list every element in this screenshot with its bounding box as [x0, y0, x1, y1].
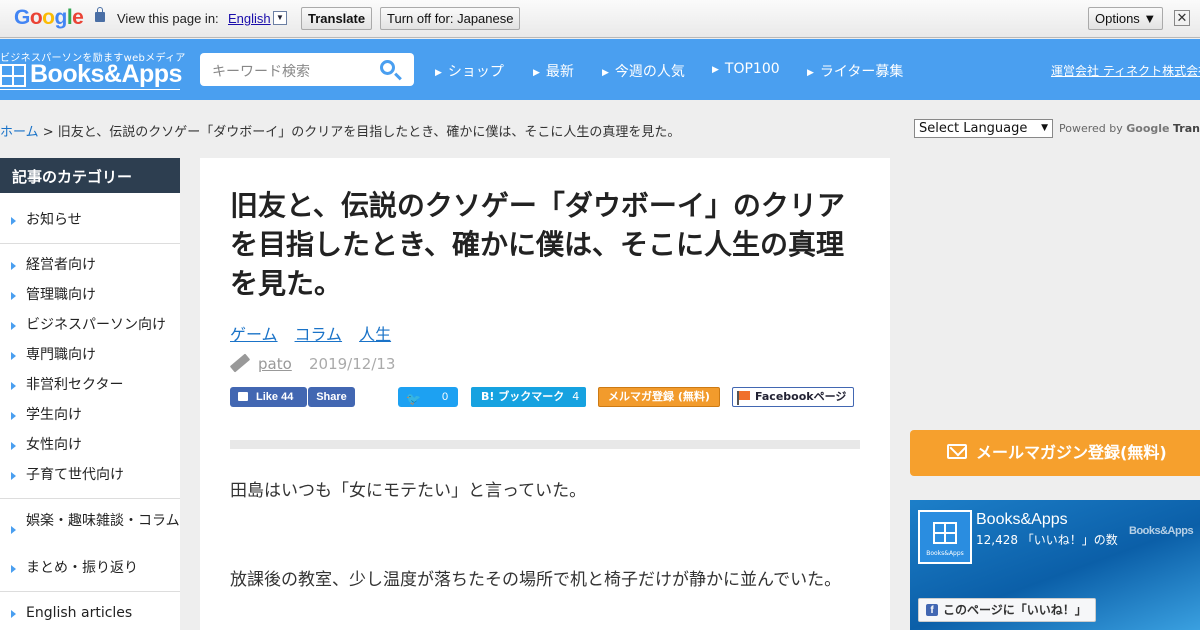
page-like-button[interactable]: f このページに「いいね！」 [918, 598, 1096, 622]
chevron-down-icon: ▼ [1041, 123, 1048, 133]
site-logo[interactable]: Books&Apps [30, 60, 182, 89]
page-name[interactable]: Books&Apps [976, 511, 1068, 529]
turn-off-button[interactable]: Turn off for: Japanese [380, 7, 521, 30]
sidebar-item-business-persons[interactable]: ビジネスパーソン向け [0, 317, 180, 334]
sidebar-item-professionals[interactable]: 専門職向け [0, 347, 180, 364]
options-button[interactable]: Options ▼ [1088, 7, 1164, 30]
google-translate-bar: Google View this page in: English ▼ Tran… [0, 0, 1200, 38]
tweet-count: 0 [442, 391, 449, 403]
caret-right-icon: ▶ [807, 68, 814, 78]
caret-right-icon [11, 526, 16, 534]
breadcrumb: ホーム > 旧友と、伝説のクソゲー「ダウボーイ」のクリアを目指したとき、確かに僕… [0, 121, 680, 140]
cover-brand-text: Books&Apps [1129, 525, 1194, 537]
tag-link[interactable]: ゲーム [230, 325, 278, 344]
caret-right-icon [11, 382, 16, 390]
author-link[interactable]: pato [258, 355, 292, 373]
nav-item-shop[interactable]: ▶ ショップ [435, 61, 504, 81]
language-dropdown-icon[interactable]: ▼ [273, 11, 287, 25]
sidebar-item-parents[interactable]: 子育て世代向け [0, 467, 180, 484]
article-divider [230, 440, 860, 449]
page-like-count: 12,428 「いいね！」の数 [976, 533, 1118, 547]
like-count: 44 [281, 391, 294, 403]
google-small-logo: Google [1126, 122, 1170, 135]
tag-link[interactable]: 人生 [359, 325, 391, 344]
caret-right-icon: ▶ [712, 65, 719, 75]
sidebar-item-news[interactable]: お知らせ [0, 212, 180, 229]
flag-icon [737, 391, 750, 405]
caret-right-icon [11, 472, 16, 480]
magazine-signup-button[interactable]: メールマガジン登録(無料) [910, 430, 1200, 476]
caret-right-icon [11, 442, 16, 450]
pencil-icon [229, 353, 251, 373]
search-box[interactable]: キーワード検索 [200, 53, 414, 86]
article-main: 旧友と、伝説のクソゲー「ダウボーイ」のクリアを目指したとき、確かに僕は、そこに人… [200, 158, 890, 630]
category-sidebar: 記事のカテゴリー お知らせ 経営者向け 管理職向け ビジネスパーソン向け 専門職… [0, 158, 180, 630]
sidebar-divider [0, 591, 180, 592]
site-header: ビジネスパーソンを励ますwebメディア Books&Apps キーワード検索 ▶… [0, 39, 1200, 100]
tag-link[interactable]: コラム [295, 325, 343, 344]
logo-icon[interactable] [0, 64, 26, 87]
caret-right-icon [11, 412, 16, 420]
nav-item-writer-recruit[interactable]: ▶ ライター募集 [807, 61, 903, 81]
caret-right-icon [11, 322, 16, 330]
caret-right-icon [11, 262, 16, 270]
twitter-icon: 🐦 [406, 392, 421, 406]
sidebar-heading: 記事のカテゴリー [0, 158, 180, 193]
caret-right-icon [11, 292, 16, 300]
sidebar-item-summary[interactable]: まとめ・振り返り [0, 560, 180, 577]
hatena-bookmark-button[interactable]: B! ブックマーク 4 [471, 387, 586, 407]
caret-right-icon [11, 217, 16, 225]
sidebar-item-executives[interactable]: 経営者向け [0, 257, 180, 274]
sidebar-item-managers[interactable]: 管理職向け [0, 287, 180, 304]
close-icon[interactable]: ✕ [1174, 10, 1190, 26]
article-paragraph: 田島はいつも「女にモテたい」と言っていた。 [230, 481, 587, 501]
caret-right-icon: ▶ [435, 68, 442, 78]
lock-icon [95, 7, 105, 22]
page-avatar[interactable]: Books&Apps [918, 510, 972, 564]
breadcrumb-current: 旧友と、伝説のクソゲー「ダウボーイ」のクリアを目指したとき、確かに僕は、そこに人… [57, 125, 681, 140]
facebook-like-button[interactable]: Like 44 [230, 387, 307, 407]
newsletter-signup-button[interactable]: メルマガ登録 (無料) [598, 387, 720, 407]
sidebar-divider [0, 498, 180, 499]
caret-right-icon: ▶ [602, 68, 609, 78]
caret-right-icon: ▶ [533, 68, 540, 78]
google-logo: Google [14, 6, 84, 29]
nav-item-weekly-popular[interactable]: ▶ 今週の人気 [602, 61, 685, 81]
facebook-share-button[interactable]: Share [308, 387, 355, 407]
sidebar-item-nonprofit[interactable]: 非営利セクター [0, 377, 180, 394]
logo-icon [933, 522, 957, 544]
sidebar-item-english[interactable]: English articles [0, 605, 180, 622]
powered-by-google: Powered by Google Translate [1059, 122, 1200, 135]
sidebar-item-entertainment[interactable]: 娯楽・趣味雑談・コラム [0, 513, 180, 534]
facebook-page-button[interactable]: Facebookページ [732, 387, 854, 407]
breadcrumb-separator: > [38, 125, 58, 140]
envelope-icon [947, 444, 967, 459]
sidebar-divider [0, 243, 180, 244]
search-icon[interactable] [380, 60, 395, 75]
caret-right-icon [11, 352, 16, 360]
article-paragraph: 放課後の教室、少し温度が落ちたその場所で机と椅子だけが静かに並んでいた。 [230, 570, 842, 590]
company-link[interactable]: 運営会社 ティネクト株式会社 [1051, 62, 1200, 79]
breadcrumb-home[interactable]: ホーム [0, 125, 39, 140]
article-title: 旧友と、伝説のクソゲー「ダウボーイ」のクリアを目指したとき、確かに僕は、そこに人… [230, 189, 845, 300]
language-select[interactable]: Select Language ▼ [914, 119, 1053, 138]
publish-date: 2019/12/13 [309, 355, 396, 373]
search-input[interactable]: キーワード検索 [212, 61, 310, 81]
nav-item-latest[interactable]: ▶ 最新 [533, 61, 574, 81]
view-page-text: View this page in: [117, 11, 219, 26]
caret-right-icon [11, 565, 16, 573]
article-tags: ゲーム コラム 人生 [230, 321, 408, 345]
twitter-button[interactable]: 🐦 0 [398, 387, 458, 407]
sidebar-item-students[interactable]: 学生向け [0, 407, 180, 424]
facebook-page-widget: Books&Apps Books&Apps 12,428 「いいね！」の数 Bo… [910, 500, 1200, 630]
language-link[interactable]: English [228, 11, 271, 26]
nav-item-top100[interactable]: ▶ TOP100 [712, 61, 780, 77]
caret-right-icon [11, 610, 16, 618]
sidebar-item-women[interactable]: 女性向け [0, 437, 180, 454]
bookmark-count: 4 [572, 390, 580, 403]
facebook-icon: f [926, 604, 938, 616]
translate-button[interactable]: Translate [301, 7, 373, 30]
logo-underline [0, 89, 180, 90]
